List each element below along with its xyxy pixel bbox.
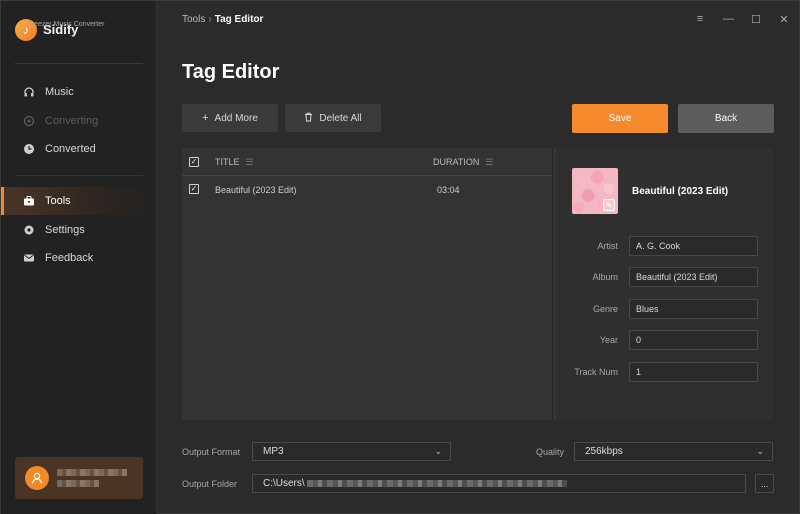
column-header-duration[interactable]: DURATION ☰ [433,157,493,168]
sidebar-item-feedback[interactable]: Feedback [1,244,156,272]
output-folder-field[interactable]: C:\Users\ [252,474,746,493]
album-cover[interactable]: ✎ [572,168,618,214]
add-more-label: Add More [214,112,258,124]
chevron-down-icon: ⌄ [434,446,442,456]
minimize-icon[interactable]: — [723,13,734,26]
delete-all-button[interactable]: Delete All [285,104,381,132]
table-row[interactable]: ✓ Beautiful (2023 Edit) 03:04 [182,176,552,202]
table-header: ✓ TITLE ☰ DURATION ☰ [182,148,552,176]
add-more-button[interactable]: + Add More [182,104,278,132]
sidebar-item-label: Feedback [45,252,94,264]
edit-cover-icon[interactable]: ✎ [603,199,615,211]
sort-icon[interactable]: ☰ [485,157,493,167]
user-account-card[interactable] [15,457,143,499]
toolbox-icon [23,195,35,207]
track-title: Beautiful (2023 Edit) [215,185,297,195]
album-label: Album [592,272,618,282]
sidebar-item-label: Converted [45,143,96,155]
year-field[interactable]: 0 [629,330,758,350]
sidebar-item-music[interactable]: Music [1,78,156,106]
quality-select[interactable]: 256kbps ⌄ [574,442,773,461]
artist-field[interactable]: A. G. Cook [629,236,758,256]
close-icon[interactable]: ✕ [779,13,789,26]
track-duration: 03:04 [437,185,460,195]
headphones-icon [23,86,35,98]
quality-label: Quality [536,447,565,457]
sidebar-item-tools[interactable]: Tools [1,187,156,215]
divider [15,175,143,176]
app-subtitle: Deezer Music Converter [29,21,105,28]
sidebar-item-label: Settings [45,224,85,236]
sync-icon [23,115,35,127]
sidebar-item-label: Music [45,86,74,98]
row-checkbox[interactable]: ✓ [189,184,199,194]
page-title: Tag Editor [182,61,280,83]
breadcrumb: Tools › Tag Editor [182,14,263,25]
gear-icon [23,224,35,236]
quality-value: 256kbps [585,446,623,457]
output-folder-label: Output Folder [182,479,238,489]
redacted-path [306,480,567,487]
save-button[interactable]: Save [572,104,668,133]
track-num-field[interactable]: 1 [629,362,758,382]
track-table: ✓ TITLE ☰ DURATION ☰ ✓ Beautiful (2023 Edi… [182,148,552,420]
output-format-label: Output Format [182,447,241,457]
sidebar: ♪ Sidify Deezer Music Converter Music Co… [1,1,157,514]
breadcrumb-separator: › [208,14,212,25]
artist-label: Artist [597,241,618,251]
trash-icon [304,112,313,125]
breadcrumb-current: Tag Editor [214,14,264,25]
redacted-user-info [57,469,127,487]
output-format-value: MP3 [263,446,284,457]
sidebar-item-converted[interactable]: Converted [1,135,156,163]
sidebar-item-label: Tools [45,195,71,207]
sidebar-item-settings[interactable]: Settings [1,216,156,244]
delete-all-label: Delete All [319,112,362,124]
back-button[interactable]: Back [678,104,774,133]
avatar [25,466,49,490]
breadcrumb-parent[interactable]: Tools [182,14,205,25]
sidebar-item-label: Converting [45,115,99,127]
output-folder-value: C:\Users\ [263,478,305,489]
tag-details-panel: ✎ Beautiful (2023 Edit) Artist A. G. Coo… [554,148,773,420]
selected-track-name: Beautiful (2023 Edit) [632,186,729,197]
plus-icon: + [202,112,209,124]
sort-icon[interactable]: ☰ [246,157,254,167]
window-controls: ≡ — ☐ ✕ [695,13,789,26]
year-label: Year [599,335,618,345]
divider [15,63,143,64]
maximize-icon[interactable]: ☐ [751,13,761,26]
clock-icon [23,143,35,155]
menu-icon[interactable]: ≡ [695,13,705,26]
browse-folder-button[interactable]: ... [755,474,774,493]
chevron-down-icon: ⌄ [756,446,764,456]
mail-icon [23,252,35,264]
album-field[interactable]: Beautiful (2023 Edit) [629,267,758,287]
select-all-checkbox[interactable]: ✓ [189,157,199,167]
column-header-title[interactable]: TITLE ☰ [215,157,254,168]
app-window: ♪ Sidify Deezer Music Converter Music Co… [0,0,800,514]
track-num-label: Track Num [574,367,618,377]
sidebar-item-converting[interactable]: Converting [1,107,156,135]
genre-label: Genre [592,304,618,314]
output-format-select[interactable]: MP3 ⌄ [252,442,451,461]
genre-field[interactable]: Blues [629,299,758,319]
